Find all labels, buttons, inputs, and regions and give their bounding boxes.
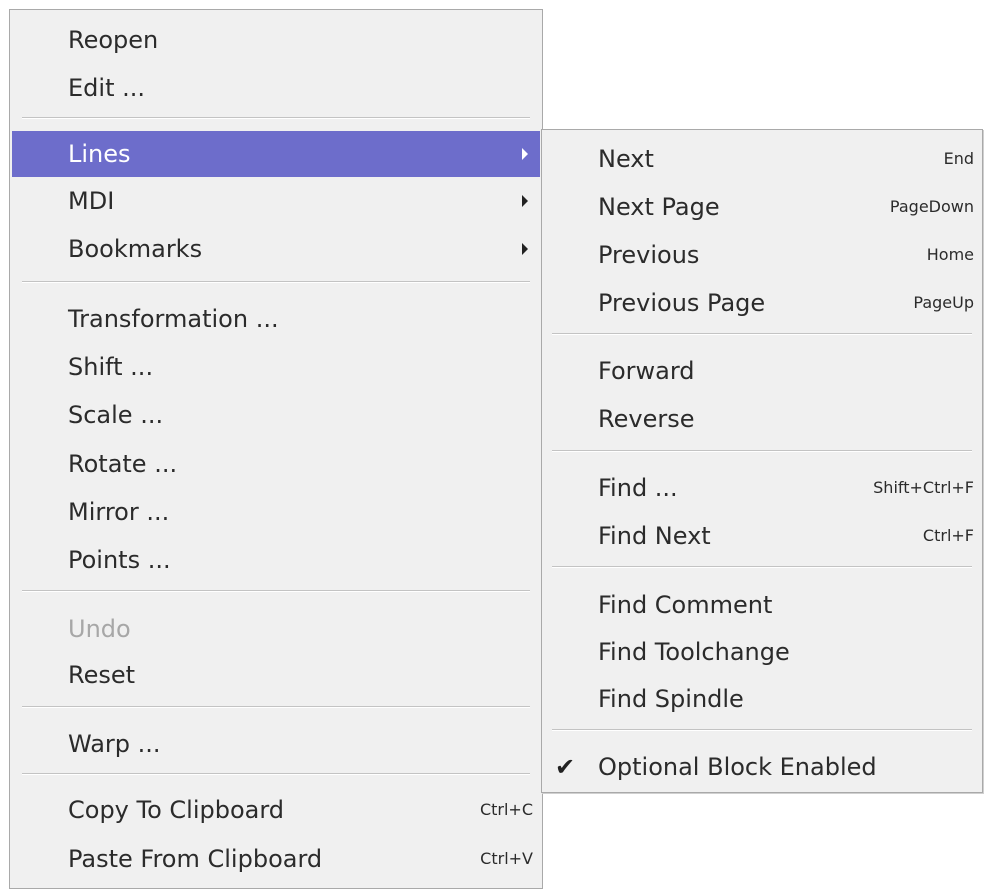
menu-separator (22, 117, 530, 119)
submenu-item-optional-block-label: Optional Block Enabled (598, 753, 877, 781)
submenu-item-next[interactable]: Next End (542, 136, 982, 182)
menu-item-edit[interactable]: Edit ... (10, 65, 542, 111)
context-menu: Reopen Edit ... Lines MDI Bookmarks Tran… (9, 9, 543, 889)
submenu-item-find-comment[interactable]: Find Comment (542, 582, 982, 628)
menu-item-bookmarks[interactable]: Bookmarks (10, 226, 542, 272)
menu-item-paste-from-clipboard[interactable]: Paste From Clipboard Ctrl+V (10, 836, 542, 882)
submenu-item-reverse[interactable]: Reverse (542, 396, 982, 442)
submenu-item-previous-page[interactable]: Previous Page PageUp (542, 280, 982, 326)
menu-separator (552, 729, 972, 731)
submenu-item-next-page-shortcut: PageDown (889, 197, 974, 216)
submenu-item-forward-label: Forward (598, 357, 695, 385)
menu-item-transformation[interactable]: Transformation ... (10, 296, 542, 342)
submenu-item-find-toolchange[interactable]: Find Toolchange (542, 629, 982, 675)
submenu-item-forward[interactable]: Forward (542, 348, 982, 394)
submenu-item-find-comment-label: Find Comment (598, 591, 773, 619)
submenu-item-next-label: Next (598, 145, 654, 173)
submenu-item-find-next[interactable]: Find Next Ctrl+F (542, 513, 982, 559)
menu-item-warp-label: Warp ... (68, 730, 161, 758)
menu-item-paste-label: Paste From Clipboard (68, 845, 323, 873)
submenu-item-next-page[interactable]: Next Page PageDown (542, 184, 982, 230)
menu-item-lines-label: Lines (68, 140, 131, 168)
submenu-item-previous-page-shortcut: PageUp (913, 293, 974, 312)
menu-item-reopen[interactable]: Reopen (10, 17, 542, 63)
submenu-item-find[interactable]: Find ... Shift+Ctrl+F (542, 465, 982, 511)
menu-item-mdi[interactable]: MDI (10, 178, 542, 224)
menu-separator (552, 333, 972, 335)
menu-item-undo: Undo (10, 606, 542, 652)
menu-item-reset-label: Reset (68, 661, 136, 689)
menu-item-paste-shortcut: Ctrl+V (480, 849, 533, 868)
menu-item-scale[interactable]: Scale ... (10, 392, 542, 438)
submenu-item-reverse-label: Reverse (598, 405, 695, 433)
submenu-item-find-next-shortcut: Ctrl+F (922, 526, 974, 545)
submenu-item-previous-shortcut: Home (926, 245, 974, 264)
menu-item-mdi-label: MDI (68, 187, 115, 215)
submenu-item-optional-block-enabled[interactable]: ✔ Optional Block Enabled (542, 744, 982, 790)
menu-item-reset[interactable]: Reset (10, 652, 542, 698)
submenu-item-next-page-label: Next Page (598, 193, 720, 221)
submenu-item-find-toolchange-label: Find Toolchange (598, 638, 790, 666)
menu-item-scale-label: Scale ... (68, 401, 164, 429)
menu-item-rotate[interactable]: Rotate ... (10, 441, 542, 487)
submenu-item-next-shortcut: End (943, 149, 974, 168)
menu-separator (22, 590, 530, 592)
submenu-item-previous-page-label: Previous Page (598, 289, 766, 317)
menu-item-shift[interactable]: Shift ... (10, 344, 542, 390)
menu-item-lines[interactable]: Lines (12, 131, 540, 177)
menu-item-mirror[interactable]: Mirror ... (10, 489, 542, 535)
menu-item-rotate-label: Rotate ... (68, 450, 178, 478)
menu-item-copy-to-clipboard[interactable]: Copy To Clipboard Ctrl+C (10, 787, 542, 833)
submenu-item-find-next-label: Find Next (598, 522, 711, 550)
menu-item-points[interactable]: Points ... (10, 537, 542, 583)
menu-separator (22, 281, 530, 283)
menu-separator (22, 773, 530, 775)
submenu-arrow-icon (522, 148, 528, 160)
checkmark-icon: ✔ (555, 753, 576, 781)
menu-separator (552, 566, 972, 568)
menu-item-mirror-label: Mirror ... (68, 498, 170, 526)
submenu-arrow-icon (522, 195, 528, 207)
submenu-item-find-spindle-label: Find Spindle (598, 685, 744, 713)
menu-item-copy-label: Copy To Clipboard (68, 796, 285, 824)
submenu-item-find-label: Find ... (598, 474, 678, 502)
lines-submenu: Next End Next Page PageDown Previous Hom… (541, 129, 983, 793)
menu-separator (552, 450, 972, 452)
menu-item-reopen-label: Reopen (68, 26, 159, 54)
menu-item-bookmarks-label: Bookmarks (68, 235, 203, 263)
submenu-item-find-spindle[interactable]: Find Spindle (542, 676, 982, 722)
menu-item-edit-label: Edit ... (68, 74, 145, 102)
submenu-arrow-icon (522, 243, 528, 255)
menu-separator (22, 706, 530, 708)
submenu-item-previous-label: Previous (598, 241, 700, 269)
menu-item-transformation-label: Transformation ... (68, 305, 279, 333)
menu-item-copy-shortcut: Ctrl+C (479, 800, 533, 819)
submenu-item-previous[interactable]: Previous Home (542, 232, 982, 278)
menu-item-undo-label: Undo (68, 615, 131, 643)
menu-item-points-label: Points ... (68, 546, 171, 574)
menu-item-warp[interactable]: Warp ... (10, 721, 542, 767)
menu-item-shift-label: Shift ... (68, 353, 154, 381)
submenu-item-find-shortcut: Shift+Ctrl+F (873, 478, 974, 497)
